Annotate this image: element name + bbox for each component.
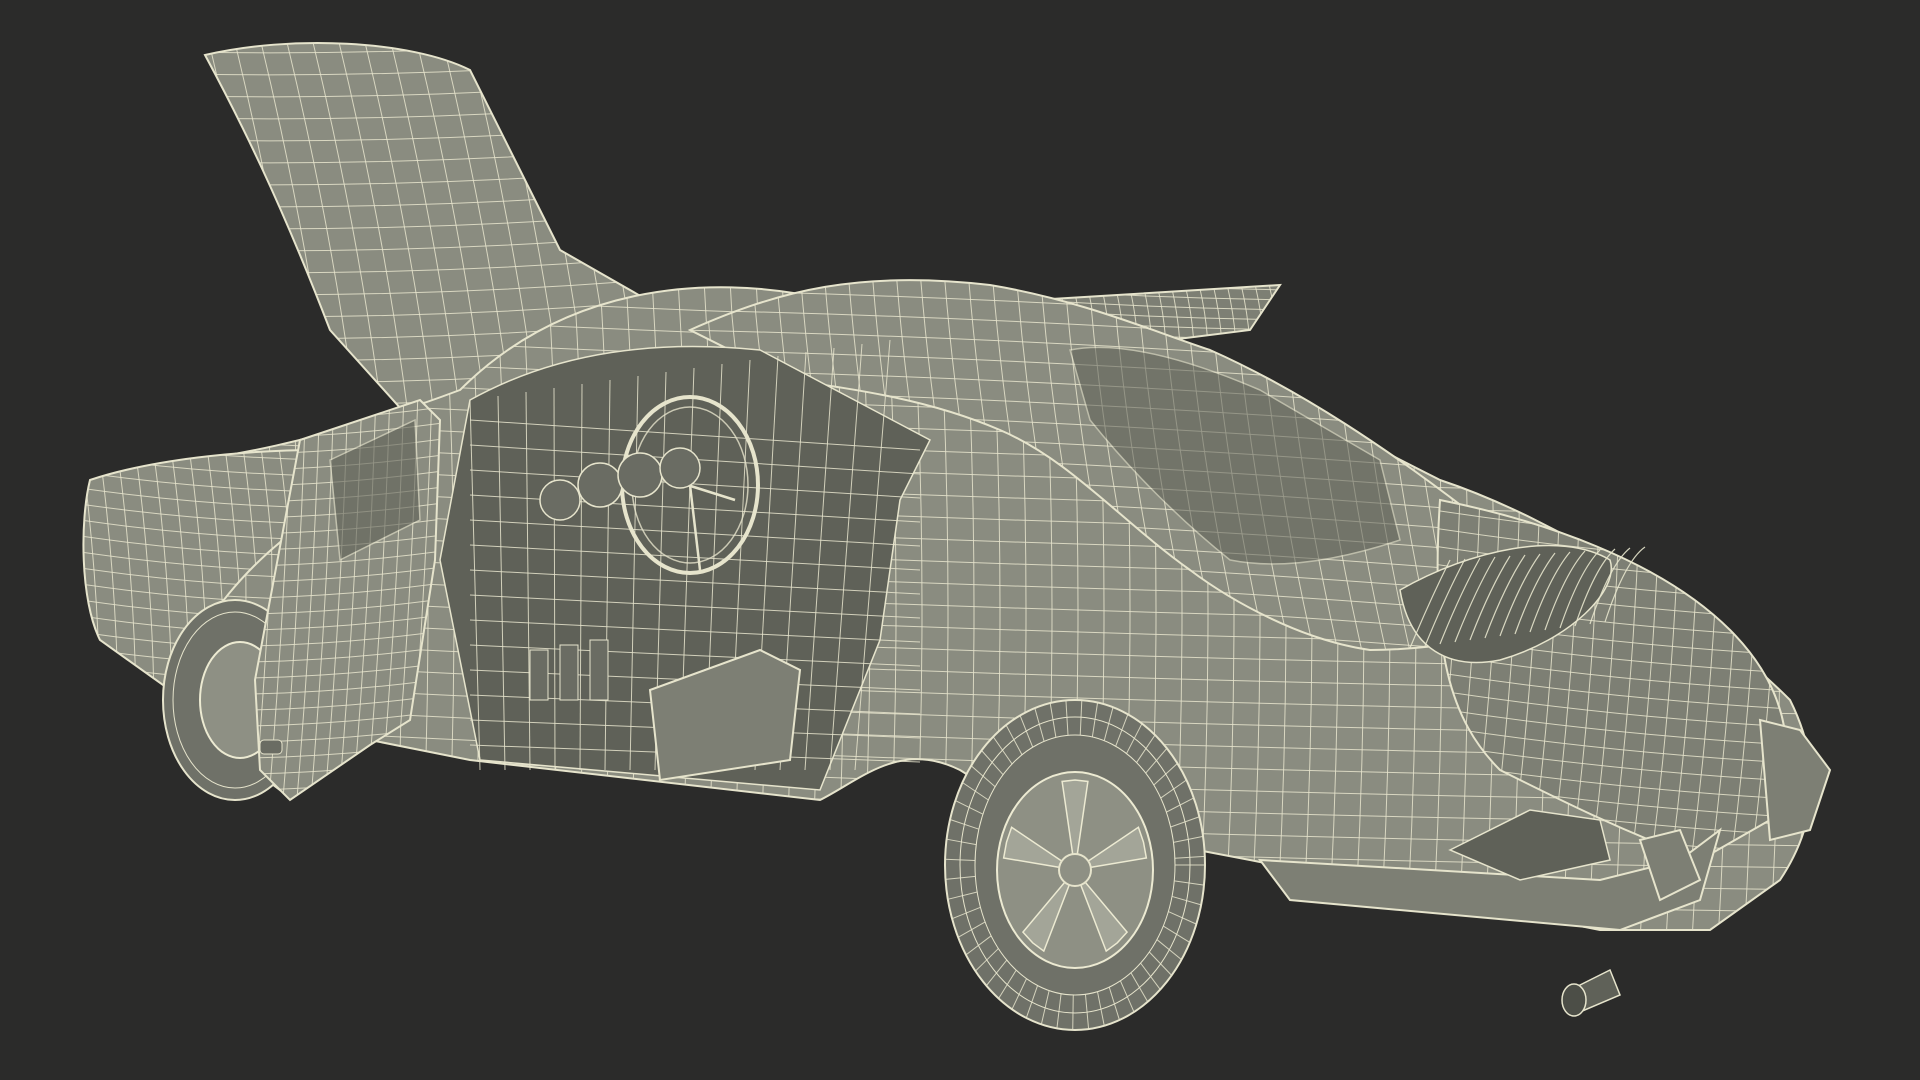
door-handle: [259, 739, 283, 755]
rear-wheel: [944, 699, 1206, 1031]
exhaust-pipe: [1561, 968, 1621, 1017]
render-viewport: [0, 0, 1920, 1080]
car-wireframe-render: [82, 42, 1832, 1031]
